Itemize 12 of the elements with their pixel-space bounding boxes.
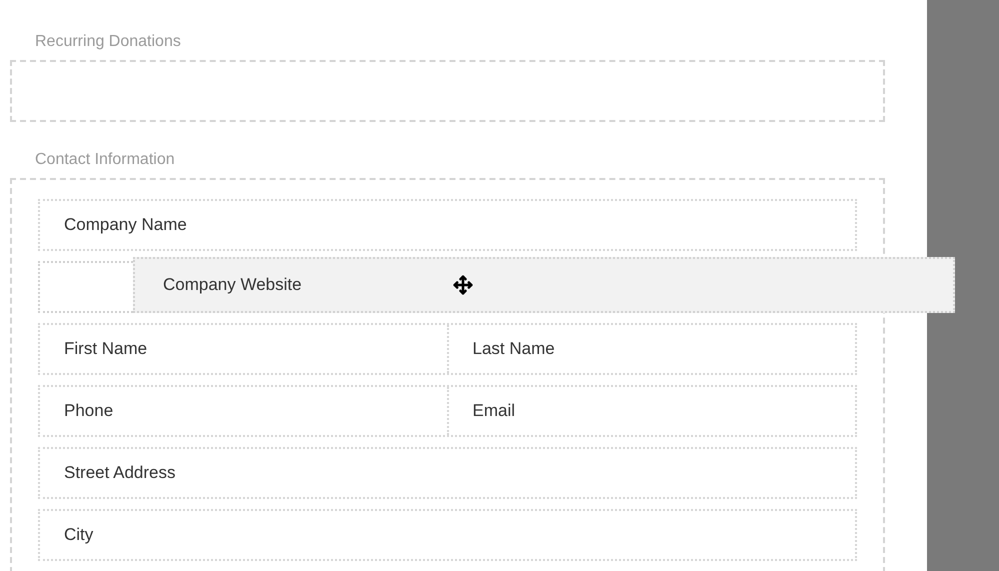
field-label[interactable]: Last Name <box>446 325 855 373</box>
field-label: Company Website <box>163 274 303 296</box>
field-label[interactable]: Street Address <box>40 449 855 497</box>
section-title: Recurring Donations <box>35 32 182 52</box>
field-label[interactable]: Company Name <box>40 201 855 249</box>
field-label[interactable]: City <box>40 511 855 559</box>
field-label[interactable]: Phone <box>40 387 446 435</box>
field-label[interactable]: Email <box>446 387 855 435</box>
move-cursor-icon <box>453 275 473 295</box>
field-label[interactable]: First Name <box>40 325 446 373</box>
dragged-field[interactable]: Company Website <box>133 257 955 313</box>
section-title: Contact Information <box>35 150 176 170</box>
